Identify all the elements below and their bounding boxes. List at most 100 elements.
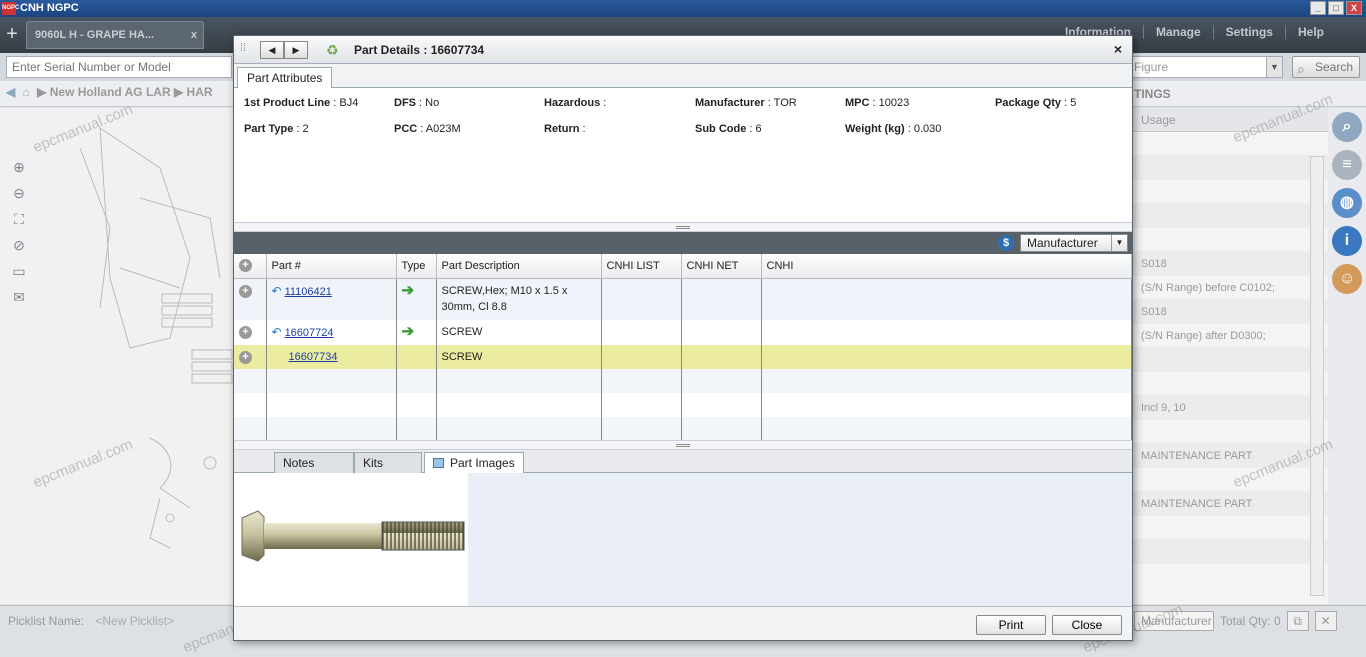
total-qty: Total Qty: 0: [1220, 614, 1281, 628]
zoom-in-icon[interactable]: ⊕: [8, 156, 30, 178]
attr-label: DFS: [394, 97, 416, 109]
add-icon[interactable]: +: [239, 326, 252, 339]
list-icon[interactable]: ≡: [1332, 150, 1362, 180]
attr-label: Hazardous: [544, 97, 601, 109]
col-cnhi-net[interactable]: CNHI NET: [681, 254, 762, 279]
replacement-icon: ➔: [401, 281, 415, 299]
back-arrow-icon[interactable]: ◀: [6, 85, 15, 99]
attributes-splitter[interactable]: [234, 222, 1132, 232]
usage-row: S018: [1132, 252, 1328, 276]
copy-icon[interactable]: ⧉: [1286, 611, 1309, 631]
exploded-diagram[interactable]: [40, 108, 234, 604]
col-part-number[interactable]: Part #: [266, 254, 397, 279]
tab-part-images[interactable]: Part Images: [424, 452, 524, 473]
globe-icon[interactable]: ◍: [1332, 188, 1362, 218]
search-button[interactable]: ⌕ Search: [1292, 56, 1360, 78]
usage-scrollbar[interactable]: [1310, 156, 1324, 596]
menu-settings[interactable]: Settings: [1212, 25, 1285, 39]
tab-kits[interactable]: Kits: [354, 452, 422, 473]
add-icon[interactable]: +: [239, 284, 252, 298]
tab-part-attributes[interactable]: Part Attributes: [237, 67, 333, 88]
tab-close-icon[interactable]: x: [191, 22, 197, 48]
print-icon[interactable]: ▭: [8, 260, 30, 282]
info-icon[interactable]: i: [1332, 226, 1362, 256]
add-icon[interactable]: +: [239, 351, 252, 364]
attr-label: Weight (kg): [845, 123, 905, 135]
picklist-name[interactable]: <New Picklist>: [95, 614, 174, 628]
part-number-link[interactable]: 16607734: [289, 351, 338, 363]
usage-row: (S/N Range) after D0300;: [1132, 324, 1328, 348]
menu-help[interactable]: Help: [1284, 25, 1336, 39]
zoom-reset-icon[interactable]: ⊘: [8, 234, 30, 256]
back-button[interactable]: ◀: [260, 41, 284, 59]
home-icon[interactable]: ⌂: [23, 85, 30, 99]
diagram-panel: ⊕ ⊖ ⛶ ⊘ ▭ ✉: [0, 108, 234, 604]
picklist-label: Picklist Name:: [8, 614, 85, 628]
close-button[interactable]: Close: [1052, 615, 1122, 635]
dialog-title-bar[interactable]: ⁞⁞ ◀ ▶ ♻ Part Details : 16607734 ×: [234, 36, 1132, 64]
attr-label: PCC: [394, 123, 418, 135]
table-row[interactable]: + ↶ 16607724 ➔ SCREW: [234, 320, 1132, 345]
add-icon: +: [239, 259, 252, 273]
attr-label: MPC: [845, 97, 870, 109]
currency-icon[interactable]: $: [998, 235, 1014, 251]
table-row[interactable]: + ↶ 11106421 ➔ SCREW,Hex; M10 x 1.5 x 30m…: [234, 278, 1132, 320]
mail-icon[interactable]: ✉: [8, 286, 30, 308]
usage-row: [1132, 228, 1328, 252]
forward-button[interactable]: ▶: [284, 41, 308, 59]
col-type[interactable]: Type: [396, 254, 437, 279]
breadcrumb-item[interactable]: ▶ HAR: [174, 85, 213, 99]
part-images-panel: [234, 473, 1132, 606]
part-number-link[interactable]: 11106421: [285, 286, 332, 298]
dialog-title: Part Details : 16607734: [354, 43, 485, 57]
row-add-cell: +: [234, 345, 267, 369]
model-tab[interactable]: 9060L H - GRAPE HA... x: [26, 21, 204, 49]
part-image[interactable]: [234, 473, 468, 606]
zoom-out-icon[interactable]: ⊖: [8, 182, 30, 204]
magnifier-icon[interactable]: ⌕: [1332, 112, 1362, 142]
price-source-select[interactable]: Manufacturer ▼: [1020, 234, 1128, 252]
part-cell: 16607734: [266, 345, 397, 369]
table-row-selected[interactable]: + 16607734 SCREW: [234, 345, 1132, 369]
col-cnhi-list[interactable]: CNHI LIST: [601, 254, 682, 279]
attr-label: Part Type: [244, 123, 294, 135]
refresh-icon[interactable]: ♻: [326, 42, 339, 59]
attr-label: 1st Product Line: [244, 97, 331, 109]
attr-manufacturer: Manufacturer : TOR: [695, 97, 797, 109]
dialog-close-icon[interactable]: ×: [1114, 41, 1122, 57]
delete-icon[interactable]: ✕: [1314, 611, 1337, 631]
print-button[interactable]: Print: [976, 615, 1046, 635]
attribute-tabs: Part Attributes: [234, 64, 1132, 88]
image-icon: [433, 458, 444, 468]
close-window-button[interactable]: X: [1346, 1, 1362, 15]
description-cell: SCREW: [436, 320, 602, 345]
drag-handle-icon[interactable]: ⁞⁞: [240, 42, 246, 54]
maximize-button[interactable]: □: [1328, 1, 1344, 15]
col-description[interactable]: Part Description: [436, 254, 602, 279]
fit-icon[interactable]: ⛶: [8, 208, 30, 230]
cnhi-cell: [761, 278, 1132, 320]
attr-sub-code: Sub Code : 6: [695, 123, 762, 135]
net-price-cell: [681, 278, 762, 320]
app-logo: NGPC: [2, 2, 19, 15]
attr-return: Return :: [544, 123, 586, 135]
minimize-button[interactable]: _: [1310, 1, 1326, 15]
usage-row: [1132, 156, 1328, 180]
add-tab-button[interactable]: +: [2, 23, 22, 45]
col-add[interactable]: +: [234, 254, 267, 279]
menu-manage[interactable]: Manage: [1142, 25, 1213, 39]
user-icon[interactable]: ☺: [1332, 264, 1362, 294]
part-number-link[interactable]: 16607724: [285, 327, 334, 339]
net-price-cell: [681, 320, 762, 345]
search-button-label: Search: [1315, 60, 1354, 74]
usage-row: [1132, 132, 1328, 156]
breadcrumb-item[interactable]: ▶ New Holland AG LAR: [37, 85, 170, 99]
tab-notes[interactable]: Notes: [274, 452, 354, 473]
col-cnhi[interactable]: CNHI: [761, 254, 1132, 279]
figure-select[interactable]: Figure ▼: [1128, 56, 1283, 78]
serial-search-input[interactable]: [6, 56, 232, 78]
usage-row: (S/N Range) before C0102;: [1132, 276, 1328, 300]
chevron-down-icon: ▼: [1111, 235, 1127, 251]
manufacturer-select[interactable]: Manufacturer: [1134, 611, 1214, 631]
grid-splitter[interactable]: [234, 440, 1132, 450]
